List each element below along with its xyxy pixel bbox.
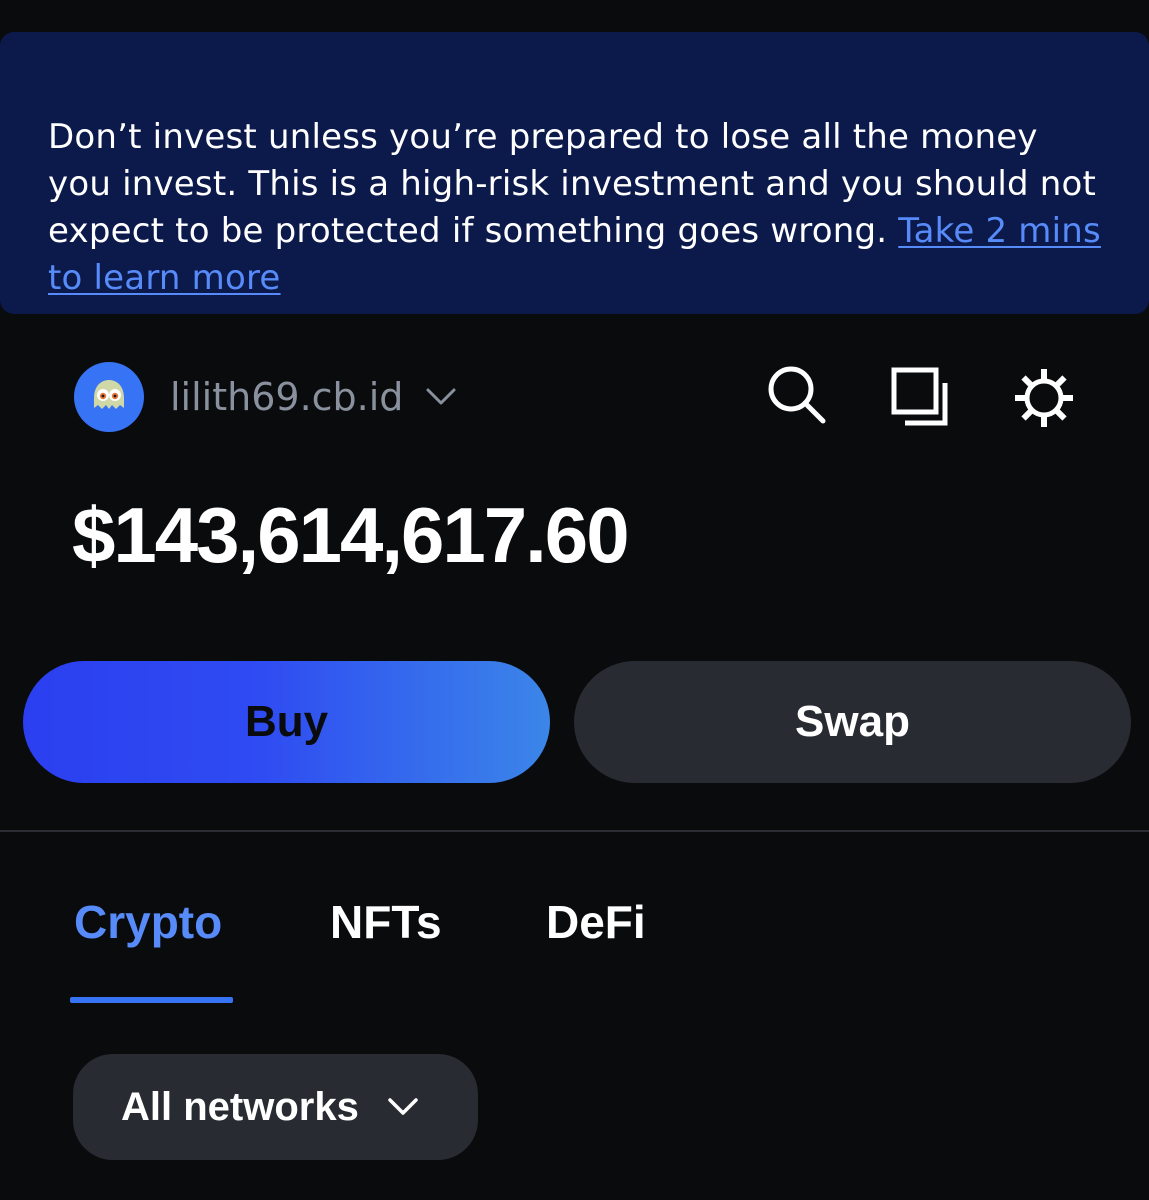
tab-defi[interactable]: DeFi bbox=[546, 895, 646, 949]
search-icon[interactable] bbox=[764, 362, 830, 428]
chevron-down-icon bbox=[425, 387, 457, 407]
tab-nfts[interactable]: NFTs bbox=[330, 895, 442, 949]
settings-gear-icon[interactable] bbox=[1010, 364, 1078, 432]
active-tab-indicator bbox=[70, 997, 233, 1003]
section-divider bbox=[0, 830, 1149, 832]
account-name: lilith69.cb.id bbox=[170, 375, 404, 419]
total-balance: $143,614,617.60 bbox=[72, 491, 630, 579]
network-filter-dropdown[interactable]: All networks bbox=[73, 1054, 478, 1160]
buy-button[interactable]: Buy bbox=[23, 661, 550, 783]
tab-crypto[interactable]: Crypto bbox=[74, 895, 222, 949]
ghost-avatar-icon bbox=[74, 362, 144, 432]
risk-warning-text: Don’t invest unless you’re prepared to l… bbox=[48, 114, 1109, 302]
copy-icon[interactable] bbox=[888, 364, 954, 430]
network-filter-label: All networks bbox=[121, 1084, 359, 1129]
risk-warning-banner: Don’t invest unless you’re prepared to l… bbox=[0, 32, 1149, 314]
wallet-home-screen: Don’t invest unless you’re prepared to l… bbox=[0, 0, 1149, 1200]
account-switcher[interactable]: lilith69.cb.id bbox=[74, 361, 457, 433]
swap-button[interactable]: Swap bbox=[574, 661, 1131, 783]
chevron-down-icon bbox=[387, 1097, 419, 1117]
